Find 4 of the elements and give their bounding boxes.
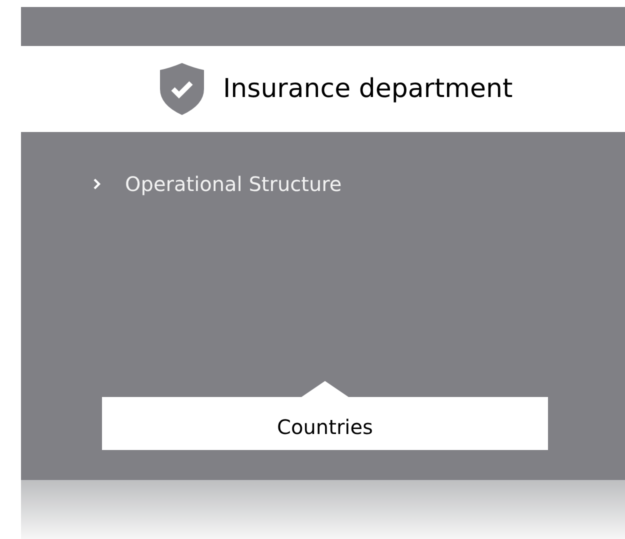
header-title: Insurance department [223,72,513,106]
menu-item[interactable]: Operational Structure [93,169,625,199]
tab-pointer-icon [300,381,350,398]
shield-check-icon [160,63,204,115]
